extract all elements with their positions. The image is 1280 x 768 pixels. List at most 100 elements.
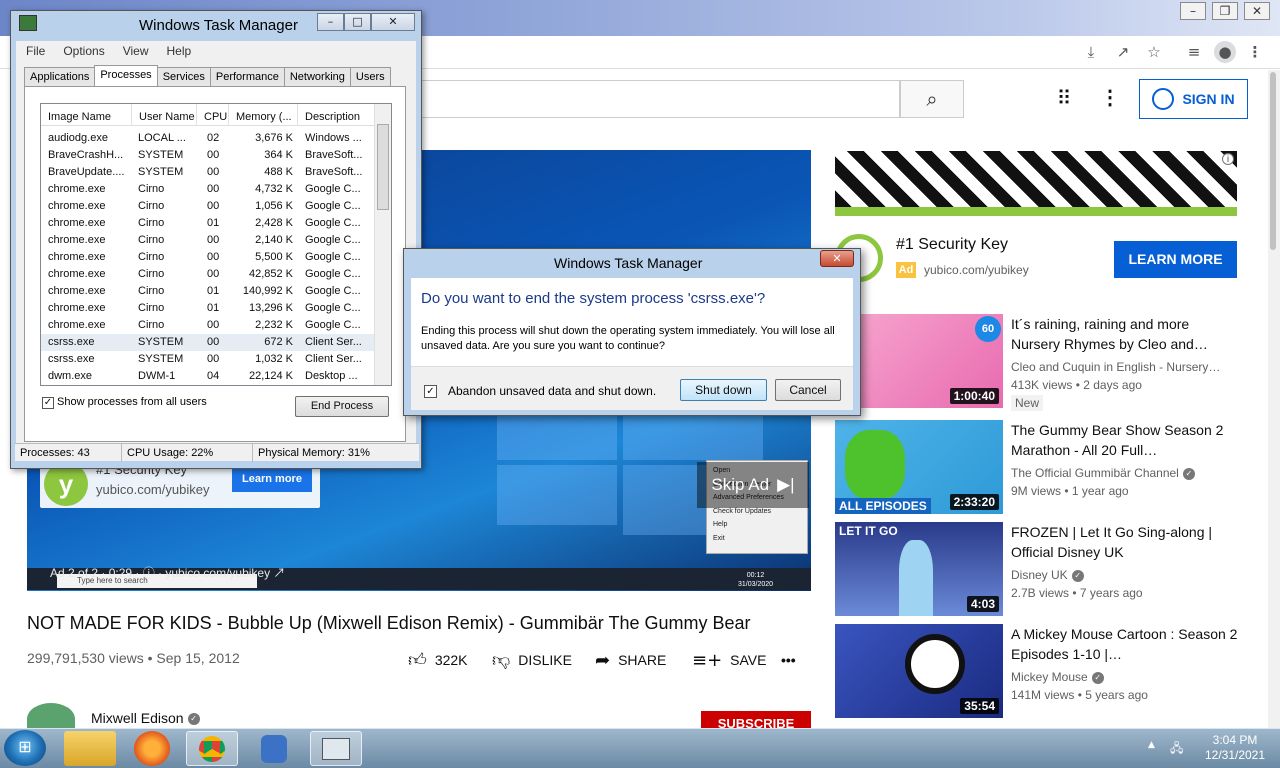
tab-networking[interactable]: Networking [283, 67, 351, 86]
process-row[interactable]: chrome.exe Cirno 01 2,428 K Google C... [41, 215, 375, 232]
process-row[interactable]: csrss.exe SYSTEM 00 1,032 K Client Ser... [41, 351, 375, 368]
tab-users[interactable]: Users [349, 67, 391, 86]
tm-minimize-button[interactable]: – [317, 13, 344, 31]
share-icon[interactable]: ↗ [1112, 41, 1134, 63]
profile-icon[interactable]: ● [1214, 41, 1236, 63]
maximize-button[interactable]: ❐ [1212, 2, 1238, 20]
process-row[interactable]: chrome.exe Cirno 00 5,500 K Google C... [41, 249, 375, 266]
more-icon[interactable]: ⋮ [1100, 86, 1120, 110]
recommendation-thumbnail[interactable]: ALL EPISODES 2:33:20 [835, 420, 1003, 514]
video-ad-learn-more-button[interactable]: Learn more [232, 466, 312, 492]
process-row[interactable]: csrss.exe SYSTEM 00 672 K Client Ser... [41, 334, 375, 351]
info-icon[interactable]: i [1222, 153, 1234, 165]
brave-taskbar-button[interactable] [248, 731, 300, 766]
tray-expand-icon[interactable]: ▲ [1148, 740, 1155, 750]
sidebar-ad-banner[interactable] [835, 151, 1237, 216]
recommendation-title[interactable]: It´s raining, raining and more Nursery R… [1011, 314, 1241, 354]
like-button[interactable]: 👍︎ 322K [408, 648, 468, 672]
process-row[interactable]: chrome.exe Cirno 01 140,992 K Google C... [41, 283, 375, 300]
menu-options[interactable]: Options [63, 41, 104, 61]
chrome-taskbar-button[interactable] [186, 731, 238, 766]
process-memory: 13,296 K [248, 302, 293, 314]
tm-close-button[interactable]: ✕ [371, 13, 415, 31]
column-memory[interactable]: Memory (... [229, 104, 298, 126]
abandon-data-checkbox[interactable]: ✓ [424, 385, 437, 398]
process-row[interactable]: chrome.exe Cirno 00 2,140 K Google C... [41, 232, 375, 249]
column-cpu[interactable]: CPU [197, 104, 229, 126]
dialog-message: Ending this process will shut down the o… [421, 325, 835, 352]
cancel-button[interactable]: Cancel [775, 379, 841, 401]
recommendation-channel[interactable]: Disney UK ✓ [1011, 568, 1084, 582]
column-description[interactable]: Description [298, 104, 375, 126]
process-list-scroll-thumb[interactable] [377, 124, 389, 210]
column-image-name[interactable]: Image Name [41, 104, 132, 126]
tab-processes[interactable]: Processes [94, 65, 158, 86]
start-button[interactable]: ⊞ [4, 730, 46, 766]
process-row[interactable]: dwm.exe DWM-1 04 22,124 K Desktop ... [41, 368, 375, 385]
recommendation-thumbnail[interactable]: LET IT GO 4:03 [835, 522, 1003, 616]
process-row[interactable]: chrome.exe Cirno 00 4,732 K Google C... [41, 181, 375, 198]
task-manager-taskbar-button[interactable] [310, 731, 362, 766]
more-actions-icon[interactable]: ••• [781, 648, 796, 672]
process-row[interactable]: BraveCrashH... SYSTEM 00 364 K BraveSoft... [41, 147, 375, 164]
recommendation-title[interactable]: FROZEN | Let It Go Sing-along | Official… [1011, 522, 1241, 562]
tab-applications[interactable]: Applications [24, 67, 96, 86]
reading-list-icon[interactable]: ≡ [1183, 41, 1205, 63]
process-row[interactable]: audiodg.exe LOCAL ... 02 3,676 K Windows ... [41, 130, 375, 147]
process-user-name: SYSTEM [138, 353, 184, 365]
process-row[interactable]: chrome.exe Cirno 00 42,852 K Google C... [41, 266, 375, 283]
channel-name[interactable]: Mixwell Edison ✓ [91, 710, 200, 726]
explorer-icon[interactable] [64, 731, 116, 766]
recommendation-title[interactable]: A Mickey Mouse Cartoon : Season 2 Episod… [1011, 624, 1241, 664]
recommendation-channel-text: Disney UK [1011, 568, 1068, 582]
menu-help[interactable]: Help [167, 41, 192, 61]
close-button[interactable]: ✕ [1244, 2, 1270, 20]
recommendation-channel[interactable]: Mickey Mouse ✓ [1011, 670, 1104, 684]
shut-down-button[interactable]: Shut down [680, 379, 767, 401]
apps-grid-icon[interactable]: ⠿ [1052, 86, 1076, 110]
menu-file[interactable]: File [26, 41, 45, 61]
end-process-button[interactable]: End Process [295, 396, 389, 417]
process-row[interactable]: chrome.exe Cirno 00 2,232 K Google C... [41, 317, 375, 334]
show-all-processes-checkbox[interactable]: ✓ [42, 397, 54, 409]
menu-icon[interactable]: ⋮ [1244, 41, 1266, 63]
page-scrollbar-thumb[interactable] [1270, 72, 1276, 250]
minimize-button[interactable]: – [1180, 2, 1206, 20]
process-row[interactable]: chrome.exe Cirno 01 13,296 K Google C... [41, 300, 375, 317]
download-icon[interactable]: ⤓ [1080, 41, 1102, 63]
process-row[interactable]: BraveUpdate.... SYSTEM 00 488 K BraveSoft... [41, 164, 375, 181]
share-button[interactable]: ➦ SHARE [595, 648, 666, 672]
search-input[interactable] [420, 80, 900, 118]
abandon-data-label[interactable]: Abandon unsaved data and shut down. [448, 384, 656, 398]
menu-view[interactable]: View [123, 41, 149, 61]
search-icon[interactable]: ⌕ [900, 80, 964, 118]
column-user-name[interactable]: User Name [132, 104, 197, 126]
process-list-scrollbar[interactable] [374, 104, 391, 385]
recommendation-channel[interactable]: The Official Gummibär Channel ✓ [1011, 466, 1195, 480]
process-user-name: SYSTEM [138, 166, 184, 178]
skip-ad-button[interactable]: Skip Ad ▶| [697, 462, 809, 508]
process-cpu: 00 [207, 183, 220, 195]
show-all-processes-label[interactable]: Show processes from all users [57, 396, 207, 408]
recommendation-meta: 413K views • 2 days ago [1011, 378, 1142, 392]
taskbar-clock[interactable]: 3:04 PM 12/31/2021 [1200, 733, 1270, 763]
recommendation-meta: 9M views • 1 year ago [1011, 484, 1129, 498]
sign-in-button[interactable]: SIGN IN [1139, 79, 1248, 119]
tm-maximize-button[interactable]: □ [344, 13, 371, 31]
recommendation-channel[interactable]: Cleo and Cuquin in English - Nursery… [1011, 360, 1220, 374]
process-description: Google C... [305, 183, 361, 195]
recommendation-thumbnail[interactable]: 35:54 [835, 624, 1003, 718]
dislike-button[interactable]: 👎︎ DISLIKE [492, 648, 572, 672]
save-button[interactable]: ≡+ SAVE [692, 648, 766, 672]
sidebar-ad-title[interactable]: #1 Security Key [896, 236, 1008, 254]
tab-performance[interactable]: Performance [209, 67, 285, 86]
tab-services[interactable]: Services [156, 67, 211, 86]
process-row[interactable]: chrome.exe Cirno 00 1,056 K Google C... [41, 198, 375, 215]
recommendation-title[interactable]: The Gummy Bear Show Season 2 Marathon - … [1011, 420, 1241, 460]
learn-more-button[interactable]: LEARN MORE [1114, 241, 1237, 278]
firefox-icon[interactable] [134, 731, 170, 766]
network-icon[interactable]: 🖧 [1170, 739, 1188, 755]
process-list[interactable]: Image Name User Name CPU Memory (... Des… [40, 103, 392, 386]
dialog-close-button[interactable]: ✕ [820, 250, 854, 267]
star-icon[interactable]: ☆ [1143, 41, 1165, 63]
